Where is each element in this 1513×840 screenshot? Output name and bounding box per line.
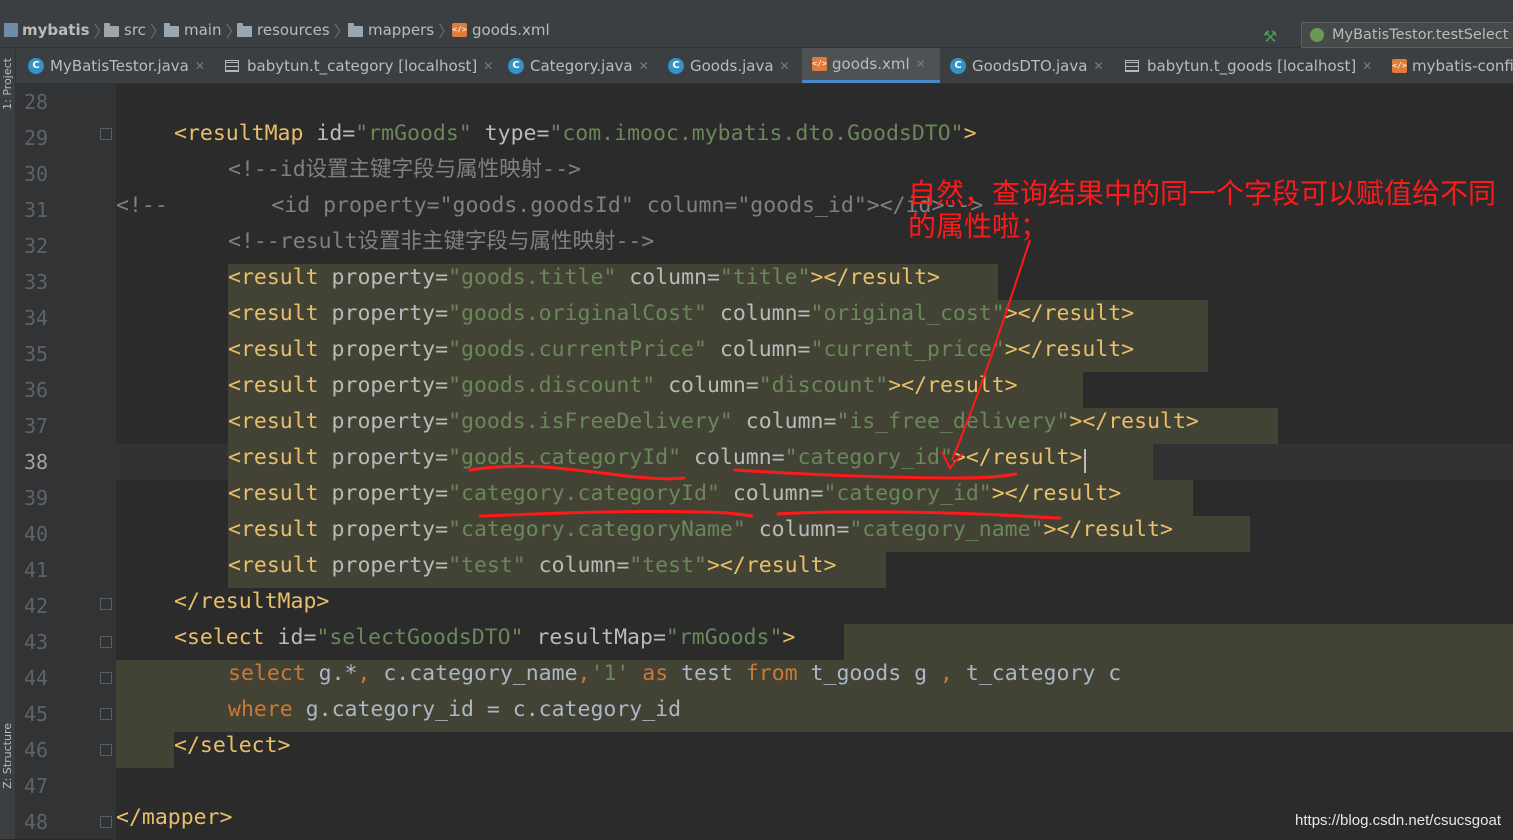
xml-file-icon: </>: [1392, 58, 1407, 73]
line-number-current: 38: [24, 450, 49, 474]
code-line-34: <result property="goods.originalCost" co…: [228, 301, 1135, 326]
line-number: 35: [24, 342, 49, 366]
line-number: 34: [24, 306, 49, 330]
tab-mybatis-config[interactable]: </> mybatis-confi: [1392, 48, 1513, 83]
line-number: 36: [24, 378, 49, 402]
breadcrumb-mappers[interactable]: mappers 〉: [348, 20, 454, 41]
code-line-45: where g.category_id = c.category_id: [228, 697, 682, 722]
code-line-37: <result property="goods.isFreeDelivery" …: [228, 409, 1199, 434]
close-tab-icon[interactable]: ✕: [1362, 59, 1372, 73]
tab-goods-java[interactable]: C Goods.java ✕: [668, 48, 790, 83]
fold-marker-icon[interactable]: [100, 672, 112, 684]
fold-marker-icon[interactable]: [100, 598, 112, 610]
structure-tool-window-button[interactable]: Z: Structure: [1, 723, 14, 789]
code-line-39: <result property="category.categoryId" c…: [228, 481, 1122, 506]
select-highlight: [116, 660, 174, 768]
tab-category-java[interactable]: C Category.java ✕: [508, 48, 649, 83]
line-number: 46: [24, 738, 49, 762]
text-caret: [1084, 449, 1086, 473]
watermark: https://blog.csdn.net/csucsgoat: [1295, 812, 1501, 829]
line-number-gutter: 28 29 30 31 32 33 34 35 36 37 38 39 40 4…: [16, 84, 116, 839]
code-line-33: <result property="goods.title" column="t…: [228, 265, 940, 290]
code-line-40: <result property="category.categoryName"…: [228, 517, 1173, 542]
breadcrumb-goods-xml[interactable]: </> goods.xml: [452, 20, 550, 40]
line-number: 42: [24, 594, 49, 618]
xml-file-icon: </>: [452, 23, 467, 37]
left-tool-strip: 1: Project Z: Structure: [0, 48, 16, 839]
breadcrumb-resources[interactable]: resources 〉: [237, 20, 350, 41]
code-line-43: <select id="selectGoodsDTO" resultMap="r…: [174, 625, 796, 650]
line-number: 39: [24, 486, 49, 510]
close-tab-icon[interactable]: ✕: [639, 59, 649, 73]
table-icon: [1125, 59, 1139, 72]
line-number: 47: [24, 774, 49, 798]
annotation-text: 自然，查询结果中的同一个字段可以赋值给不同的属性啦；: [908, 177, 1497, 243]
line-number: 30: [24, 162, 49, 186]
fold-marker-icon[interactable]: [100, 636, 112, 648]
breadcrumb-project[interactable]: mybatis 〉: [4, 20, 110, 41]
folder-icon: [348, 22, 363, 37]
close-tab-icon[interactable]: ✕: [780, 59, 790, 73]
run-config-icon: [1310, 28, 1324, 42]
line-number: 48: [24, 810, 49, 834]
breadcrumb-main[interactable]: main 〉: [164, 20, 242, 41]
fold-marker-icon[interactable]: [100, 128, 112, 140]
java-class-icon: C: [668, 57, 684, 74]
code-line-41: <result property="test" column="test"></…: [228, 553, 837, 578]
fold-marker-icon[interactable]: [100, 816, 112, 828]
code-line-42: </resultMap>: [174, 589, 330, 614]
project-tool-window-button[interactable]: 1: Project: [1, 58, 14, 110]
java-class-icon: C: [28, 57, 44, 74]
code-line-38: <result property="goods.categoryId" colu…: [228, 445, 1083, 470]
tab-goods-xml[interactable]: </> goods.xml ✕: [802, 48, 940, 83]
module-icon: [4, 23, 18, 37]
line-number: 33: [24, 270, 49, 294]
close-tab-icon[interactable]: ✕: [483, 59, 493, 73]
fold-marker-icon[interactable]: [100, 708, 112, 720]
folder-icon: [104, 22, 119, 37]
build-hammer-icon[interactable]: ⚒: [1263, 27, 1283, 46]
fold-marker-icon[interactable]: [100, 744, 112, 756]
close-tab-icon[interactable]: ✕: [195, 59, 205, 73]
line-number: 31: [24, 198, 49, 222]
menu-bar: [0, 0, 1513, 8]
tab-goodsdto-java[interactable]: C GoodsDTO.java ✕: [950, 48, 1104, 83]
line-number: 44: [24, 666, 49, 690]
java-class-icon: C: [508, 57, 524, 74]
java-class-icon: C: [950, 57, 966, 74]
select-highlight: [844, 624, 1513, 660]
folder-icon: [164, 22, 179, 37]
line-number: 43: [24, 630, 49, 654]
editor-tab-bar: C MyBatisTestor.java ✕ babytun.t_category …: [16, 48, 1513, 84]
code-line-36: <result property="goods.discount" column…: [228, 373, 1018, 398]
code-line-31: <!-- <id property="goods.goodsId" column…: [116, 193, 984, 218]
navigation-bar: mybatis 〉 src 〉 main 〉 resources 〉 mappers 〉 …: [0, 8, 1513, 48]
line-number: 37: [24, 414, 49, 438]
tab-mybatistestor-java[interactable]: C MyBatisTestor.java ✕: [28, 48, 205, 83]
code-line-32: <!--result设置非主键字段与属性映射-->: [228, 229, 655, 254]
close-tab-icon[interactable]: ✕: [1093, 59, 1103, 73]
table-icon: [225, 59, 239, 72]
tab-babytun-t-goods[interactable]: babytun.t_goods [localhost] ✕: [1125, 48, 1372, 83]
breadcrumb-src[interactable]: src 〉: [104, 20, 166, 41]
code-line-35: <result property="goods.currentPrice" co…: [228, 337, 1135, 362]
xml-file-icon: </>: [812, 57, 827, 71]
code-line-44: select g.*, c.category_name,'1' as test …: [228, 661, 1122, 686]
close-tab-icon[interactable]: ✕: [916, 57, 926, 71]
code-line-29: <resultMap id="rmGoods" type="com.imooc.…: [174, 121, 977, 146]
line-number: 28: [24, 90, 49, 114]
line-number: 41: [24, 558, 49, 582]
line-number: 29: [24, 126, 49, 150]
line-number: 40: [24, 522, 49, 546]
run-configuration-selector[interactable]: MyBatisTestor.testSelect: [1301, 22, 1513, 48]
code-line-30: <!--id设置主键字段与属性映射-->: [228, 157, 581, 182]
line-number: 32: [24, 234, 49, 258]
tab-babytun-t-category[interactable]: babytun.t_category [localhost] ✕: [225, 48, 493, 83]
code-line-48: </mapper>: [116, 805, 233, 830]
line-number: 45: [24, 702, 49, 726]
code-line-46: </select>: [174, 733, 291, 758]
resources-folder-icon: [237, 22, 252, 37]
